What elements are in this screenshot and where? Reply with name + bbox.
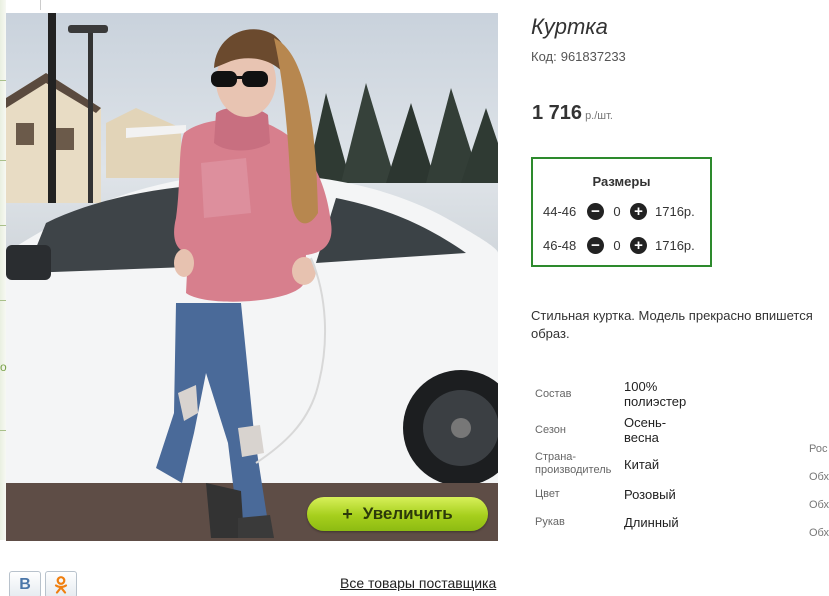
product-code: Код: 961837233	[531, 49, 626, 64]
price-value: 1 716	[532, 102, 583, 124]
quantity-value[interactable]: 0	[604, 238, 630, 253]
minus-button[interactable]: −	[587, 236, 604, 254]
vk-share-button[interactable]: В	[9, 571, 41, 596]
size-price: 1716р.	[655, 203, 695, 219]
product-description: Стильная куртка. Модель прекрасно впишет…	[531, 307, 829, 343]
spec-label-line: Страна-	[535, 451, 577, 463]
size-label: 44-46	[543, 203, 577, 219]
left-edge-glyph: о	[0, 360, 7, 374]
spec-value-line: полиэстер	[624, 394, 687, 409]
product-page: + Увеличить о В Все товары поставщика Ку…	[0, 0, 829, 596]
size-price: 1716р.	[655, 237, 695, 253]
spec-label-truncated: Обх	[809, 471, 829, 483]
spec-label: Страна- производитель	[535, 451, 611, 477]
quantity-value[interactable]: 0	[604, 204, 630, 219]
spec-label: Состав	[535, 388, 572, 400]
product-photo[interactable]: + Увеличить	[6, 13, 498, 541]
description-line: Стильная куртка. Модель прекрасно впишет…	[531, 308, 813, 323]
spec-value: Розовый	[624, 487, 676, 502]
plus-button[interactable]: +	[630, 236, 647, 254]
spec-label: Цвет	[535, 488, 560, 500]
size-label: 46-48	[543, 237, 577, 253]
spec-value: Китай	[624, 457, 660, 472]
odnoklassniki-icon	[54, 575, 68, 594]
spec-value: Длинный	[624, 515, 679, 530]
zoom-button-label: Увеличить	[362, 504, 453, 523]
minus-icon: −	[591, 236, 600, 254]
social-share: В	[9, 571, 77, 596]
plus-icon: +	[342, 503, 353, 524]
vk-icon: В	[19, 575, 31, 593]
plus-icon: +	[634, 202, 643, 220]
description-line: образ.	[531, 326, 570, 341]
spec-value: 100% полиэстер	[624, 379, 686, 409]
product-price: 1 716 р./шт.	[532, 102, 613, 125]
size-row: 46-48 − 0 + 1716р.	[543, 236, 695, 254]
sizes-panel: Размеры 44-46 − 0 + 1716р. 46-48 − 0 + 1…	[531, 157, 712, 267]
price-unit: р./шт.	[585, 110, 613, 122]
product-code-value: 961837233	[560, 49, 626, 64]
product-code-label: Код:	[531, 49, 557, 64]
divider	[40, 0, 41, 10]
spec-label: Сезон	[535, 424, 566, 436]
spec-label: Рукав	[535, 516, 565, 528]
spec-label-truncated: Рос	[809, 443, 828, 455]
product-title: Куртка	[531, 14, 608, 39]
spec-label-truncated: Обх	[809, 527, 829, 539]
product-photo-illustration	[6, 13, 498, 541]
spec-value-line: 100%	[624, 379, 658, 394]
sizes-title: Размеры	[592, 174, 651, 189]
plus-icon: +	[634, 236, 643, 254]
plus-button[interactable]: +	[630, 202, 647, 220]
spec-value-line: Осень-	[624, 415, 667, 430]
spec-label-truncated: Обх	[809, 499, 829, 511]
spec-value-line: весна	[624, 430, 659, 445]
spec-label-line: производитель	[535, 464, 612, 476]
size-row: 44-46 − 0 + 1716р.	[543, 202, 695, 220]
spec-value: Осень- весна	[624, 415, 666, 445]
all-supplier-products-link[interactable]: Все товары поставщика	[340, 575, 496, 591]
zoom-button[interactable]: + Увеличить	[307, 497, 488, 531]
minus-icon: −	[591, 202, 600, 220]
minus-button[interactable]: −	[587, 202, 604, 220]
ok-share-button[interactable]	[45, 571, 77, 596]
